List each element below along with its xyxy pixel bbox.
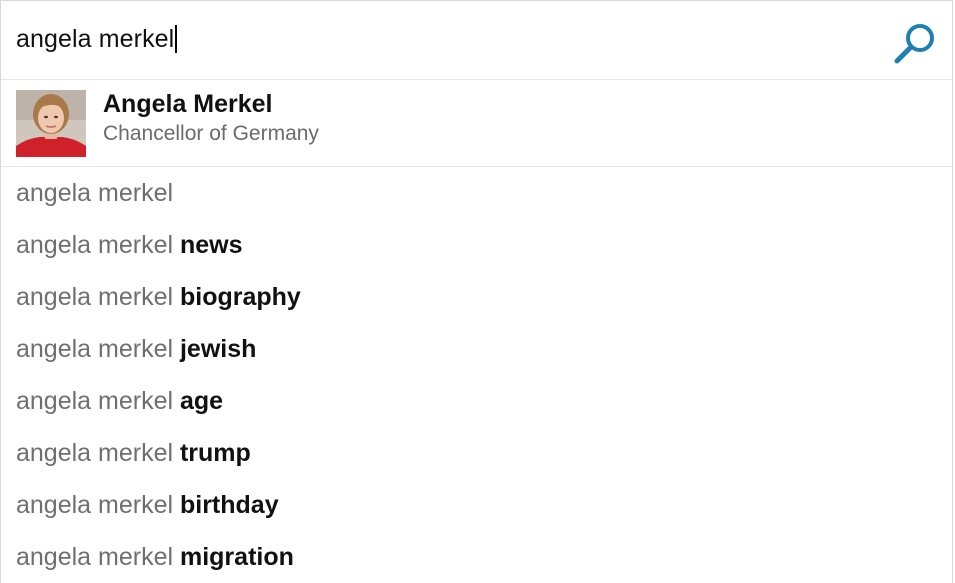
suggestion-completion: news — [179, 231, 243, 259]
suggestion-item[interactable]: angela merkel — [1, 167, 952, 219]
suggestion-completion: jewish — [179, 335, 257, 363]
suggestion-completion: migration — [179, 543, 294, 571]
entity-suggestion[interactable]: Angela Merkel Chancellor of Germany — [1, 80, 952, 167]
suggestion-prefix: angela merkel — [16, 387, 180, 415]
text-caret — [175, 25, 177, 53]
suggestion-item[interactable]: angela merkel news — [1, 219, 952, 271]
entity-description: Chancellor of Germany — [103, 122, 319, 145]
suggestion-item[interactable]: angela merkel jewish — [1, 323, 952, 375]
suggestion-prefix: angela merkel — [16, 439, 180, 467]
search-autocomplete-widget: angela merkel Angela Merkel Chancellor o… — [0, 0, 953, 583]
suggestion-prefix: angela merkel — [16, 283, 180, 311]
search-input[interactable]: angela merkel — [16, 19, 177, 59]
search-bar: angela merkel — [1, 1, 952, 80]
suggestion-item[interactable]: angela merkel trump — [1, 427, 952, 479]
suggestion-prefix: angela merkel — [16, 179, 174, 207]
suggestion-item[interactable]: angela merkel migration — [1, 531, 952, 583]
suggestion-item[interactable]: angela merkel age — [1, 375, 952, 427]
suggestion-completion: age — [179, 387, 224, 415]
suggestion-completion: biography — [179, 283, 301, 311]
suggestion-item[interactable]: angela merkel birthday — [1, 479, 952, 531]
suggestion-completion: birthday — [179, 491, 279, 519]
suggestion-prefix: angela merkel — [16, 231, 180, 259]
avatar — [16, 90, 86, 157]
suggestion-prefix: angela merkel — [16, 543, 180, 571]
suggestion-prefix: angela merkel — [16, 335, 180, 363]
search-query-text: angela merkel — [16, 24, 175, 53]
search-icon[interactable] — [891, 20, 939, 68]
suggestion-list: angela merkel angela merkel news angela … — [1, 167, 952, 583]
entity-name: Angela Merkel — [103, 90, 273, 118]
suggestion-item[interactable]: angela merkel biography — [1, 271, 952, 323]
suggestion-prefix: angela merkel — [16, 491, 180, 519]
suggestion-completion: trump — [179, 439, 251, 467]
